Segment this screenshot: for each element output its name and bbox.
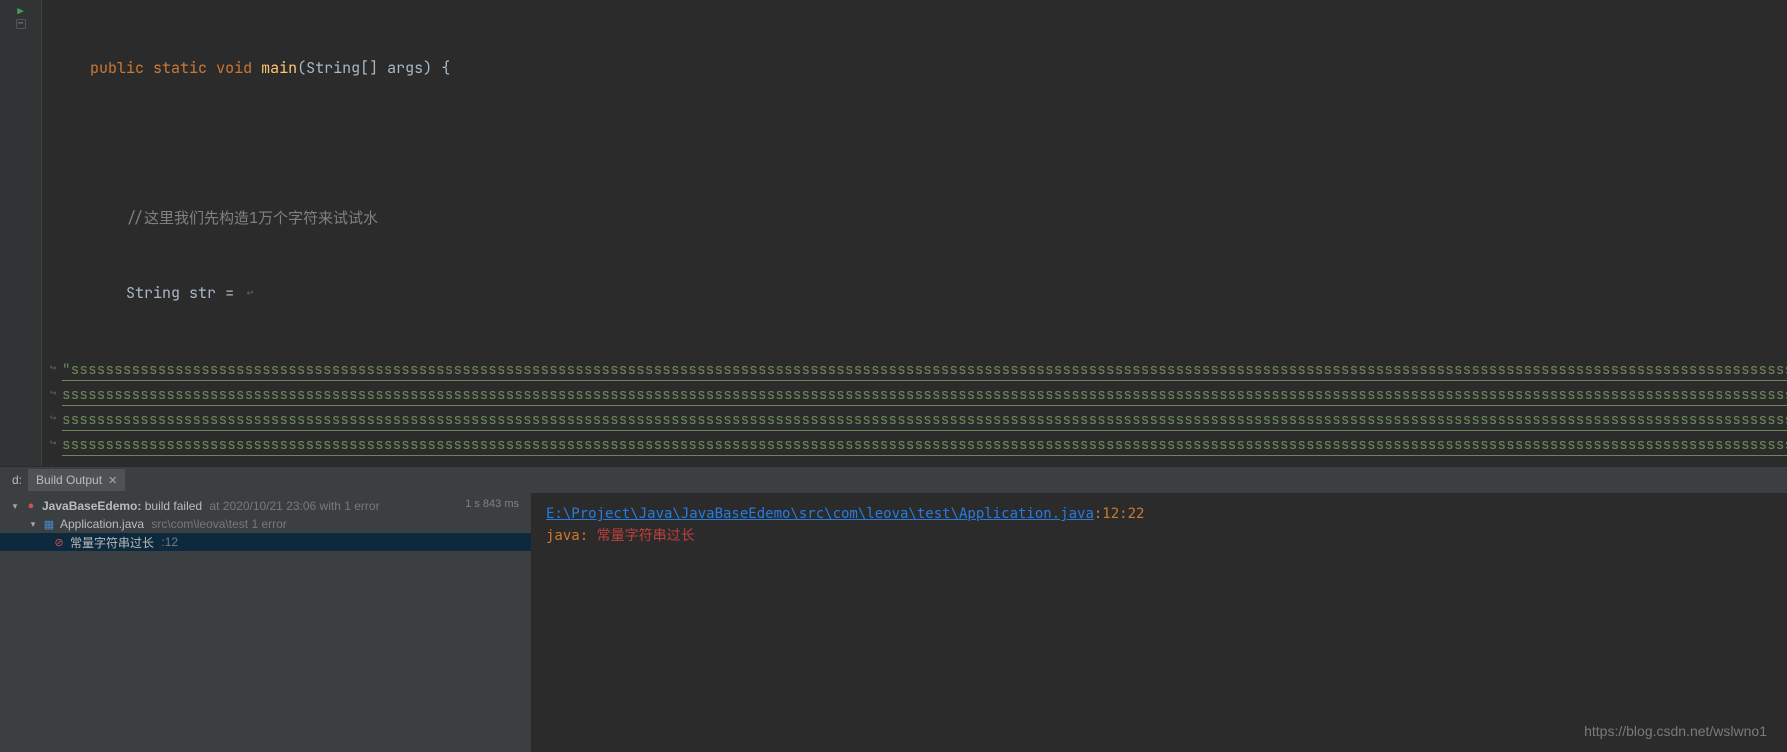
string-wrap-line: ↪"ssssssssssssssssssssssssssssssssssssss… <box>46 356 1787 381</box>
wrap-icon: ↪ <box>46 431 60 456</box>
string-literal-block: ↪"ssssssssssssssssssssssssssssssssssssss… <box>46 356 1787 466</box>
string-literal-segment: ssssssssssssssssssssssssssssssssssssssss… <box>62 410 1787 431</box>
close-icon[interactable]: ✕ <box>108 474 117 487</box>
file-path-link[interactable]: E:\Project\Java\JavaBaseEdemo\src\com\le… <box>546 506 1094 522</box>
tree-root-status: build failed <box>145 499 202 513</box>
string-wrap-line: ↪sssssssssssssssssssssssssssssssssssssss… <box>46 406 1787 431</box>
message-line-location: E:\Project\Java\JavaBaseEdemo\src\com\le… <box>546 503 1773 525</box>
panel-body: 1 s 843 ms ▾ ● JavaBaseEdemo: build fail… <box>0 493 1787 752</box>
chevron-down-icon[interactable]: ▾ <box>10 501 20 512</box>
code-line: public static void main(String[] args) { <box>46 56 1787 81</box>
wrap-icon: ↪ <box>46 381 60 406</box>
string-literal-segment: ssssssssssssssssssssssssssssssssssssssss… <box>62 385 1787 406</box>
build-tree[interactable]: 1 s 843 ms ▾ ● JavaBaseEdemo: build fail… <box>0 493 532 752</box>
wrap-icon: ↪ <box>46 356 60 381</box>
string-literal-segment: "sssssssssssssssssssssssssssssssssssssss… <box>62 360 1787 381</box>
code-line: String str = ↩ <box>46 281 1787 306</box>
editor-gutter: ▶ − <box>0 0 42 466</box>
string-wrap-line: ↪sssssssssssssssssssssssssssssssssssssss… <box>46 456 1787 466</box>
string-wrap-line: ↪sssssssssssssssssssssssssssssssssssssss… <box>46 431 1787 456</box>
file-line-col: :12:22 <box>1094 506 1145 522</box>
tree-root-meta: at 2020/10/21 23:06 with 1 error <box>206 499 379 513</box>
code-editor[interactable]: ▶ − public static void main(String[] arg… <box>0 0 1787 466</box>
string-literal-segment: ssssssssssssssssssssssssssssssssssssssss… <box>62 435 1787 456</box>
tab-label: Build Output <box>36 473 102 487</box>
watermark: https://blog.csdn.net/wslwno1 <box>1584 720 1767 742</box>
panel-tab-bar: d: Build Output ✕ <box>0 467 1787 493</box>
tab-build-output[interactable]: Build Output ✕ <box>28 469 125 491</box>
string-wrap-line: ↪sssssssssssssssssssssssssssssssssssssss… <box>46 381 1787 406</box>
tree-root-name: JavaBaseEdemo: <box>42 499 141 513</box>
build-message-pane[interactable]: E:\Project\Java\JavaBaseEdemo\src\com\le… <box>532 493 1787 752</box>
error-message-text: 常量字符串过长 <box>597 528 695 544</box>
wrap-icon: ↩ <box>243 281 257 306</box>
build-duration: 1 s 843 ms <box>465 498 519 510</box>
error-icon: ⊘ <box>52 536 66 549</box>
code-content[interactable]: public static void main(String[] args) {… <box>42 0 1787 466</box>
build-panel: d: Build Output ✕ 1 s 843 ms ▾ ● JavaBas… <box>0 466 1787 752</box>
wrap-icon: ↪ <box>46 456 60 466</box>
string-literal-segment: ssssssssssssssssssssssssssssssssssssssss… <box>62 460 1787 466</box>
fold-toggle-icon[interactable]: − <box>16 19 26 29</box>
run-icon[interactable]: ▶ <box>17 4 24 17</box>
message-line-error: java: 常量字符串过长 <box>546 525 1773 547</box>
tree-file-name: Application.java <box>60 517 144 531</box>
panel-side-label: d: <box>6 469 28 491</box>
tree-error-item[interactable]: ⊘ 常量字符串过长 :12 <box>0 533 531 551</box>
tree-error-line: :12 <box>158 535 178 549</box>
wrap-icon: ↪ <box>46 406 60 431</box>
error-icon: ● <box>24 500 38 512</box>
compiler-label: java: <box>546 528 588 544</box>
code-line: //这里我们先构造1万个字符来试试水 <box>46 206 1787 231</box>
tree-error-text: 常量字符串过长 <box>70 534 154 551</box>
tree-root[interactable]: ▾ ● JavaBaseEdemo: build failed at 2020/… <box>0 497 531 515</box>
code-line-blank <box>46 131 1787 156</box>
tree-file-meta: src\com\leova\test 1 error <box>148 517 287 531</box>
java-file-icon: ▦ <box>42 518 56 531</box>
tree-file[interactable]: ▾ ▦ Application.java src\com\leova\test … <box>0 515 531 533</box>
chevron-down-icon[interactable]: ▾ <box>28 519 38 530</box>
